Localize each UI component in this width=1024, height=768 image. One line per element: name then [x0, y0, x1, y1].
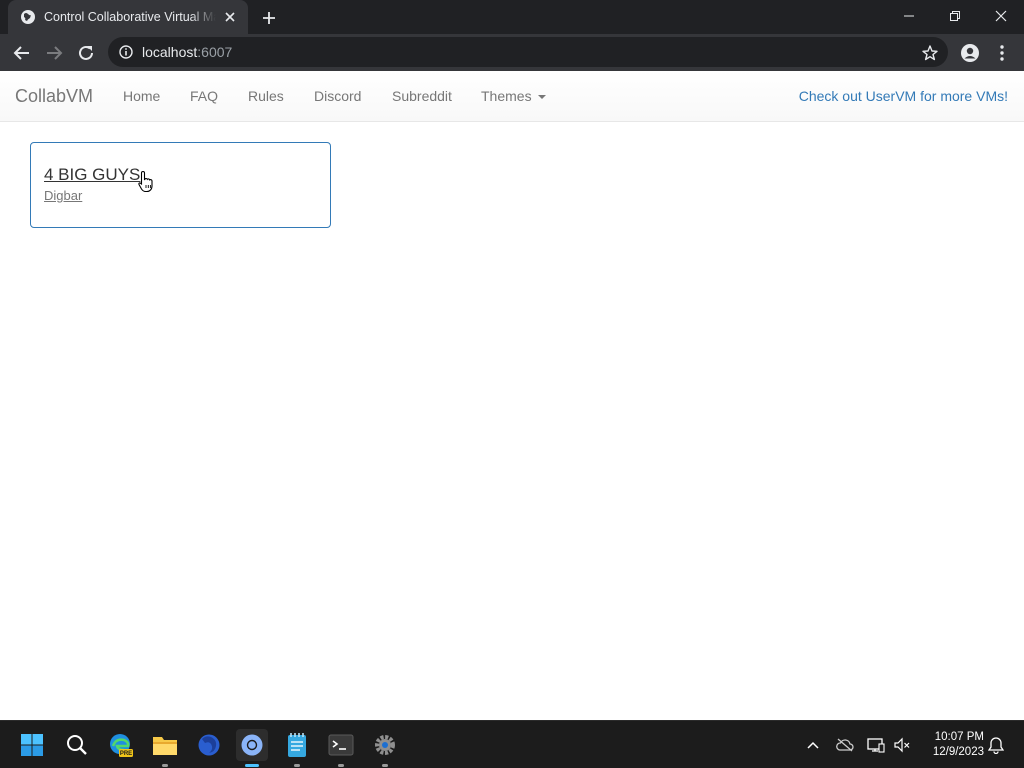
- running-indicator: [162, 764, 168, 767]
- back-button[interactable]: [9, 40, 35, 66]
- minimize-button[interactable]: [886, 0, 932, 32]
- taskbar: PRE 10:07 PM 12/9/2023: [0, 720, 1024, 768]
- close-icon: [995, 10, 1007, 22]
- vm-card[interactable]: 4 BIG GUYS Digbar: [30, 142, 331, 228]
- taskbar-notepad[interactable]: [281, 729, 313, 767]
- running-indicator: [338, 764, 344, 767]
- new-tab-button[interactable]: [258, 7, 280, 29]
- nav-subreddit[interactable]: Subreddit: [392, 88, 452, 104]
- restore-icon: [950, 11, 960, 21]
- chrome-icon: [241, 734, 263, 756]
- taskbar-chrome[interactable]: [236, 729, 268, 767]
- tray-onedrive[interactable]: [835, 735, 855, 755]
- bookmark-button[interactable]: [917, 40, 943, 66]
- clock-time: 10:07 PM: [934, 731, 984, 743]
- nav-themes-dropdown[interactable]: Themes: [481, 88, 546, 104]
- terminal-icon: [328, 734, 354, 756]
- menu-button[interactable]: [989, 40, 1015, 66]
- caret-down-icon: [537, 95, 546, 100]
- browser-tab[interactable]: Control Collaborative Virtual Machines: [8, 0, 248, 34]
- bell-icon: [988, 737, 1004, 754]
- start-icon: [21, 734, 43, 756]
- taskbar-file-explorer[interactable]: [149, 729, 181, 767]
- tray-volume[interactable]: [892, 735, 912, 755]
- account-icon: [961, 44, 979, 62]
- svg-text:PRE: PRE: [120, 751, 132, 757]
- vm-title[interactable]: 4 BIG GUYS: [44, 165, 140, 185]
- nav-rules[interactable]: Rules: [248, 88, 284, 104]
- search-icon: [67, 735, 87, 755]
- taskbar-firefox[interactable]: [193, 729, 225, 761]
- nav-themes-label: Themes: [481, 88, 532, 104]
- reload-button[interactable]: [73, 40, 99, 66]
- hand-cursor-icon: [138, 170, 153, 193]
- firefox-icon: [198, 734, 220, 756]
- tab-strip: Control Collaborative Virtual Machines: [0, 0, 1024, 34]
- active-indicator: [245, 764, 259, 767]
- nav-home[interactable]: Home: [123, 88, 160, 104]
- notepad-icon: [288, 733, 306, 757]
- tray-network[interactable]: [866, 735, 886, 755]
- close-tab-icon[interactable]: [222, 9, 238, 25]
- network-icon: [867, 738, 885, 753]
- address-bar[interactable]: localhost:6007: [108, 37, 948, 67]
- nav-discord[interactable]: Discord: [314, 88, 361, 104]
- url-port: :6007: [197, 44, 233, 60]
- minimize-icon: [904, 15, 914, 17]
- info-icon[interactable]: [119, 45, 133, 59]
- browser-toolbar: localhost:6007: [0, 34, 1024, 71]
- reload-icon: [79, 45, 93, 60]
- globe-icon: [21, 10, 35, 24]
- plus-icon: [263, 12, 275, 24]
- show-hidden-icons-button[interactable]: [803, 735, 823, 755]
- taskbar-edge[interactable]: PRE: [105, 729, 137, 761]
- site-brand[interactable]: CollabVM: [15, 86, 93, 107]
- star-icon: [922, 45, 938, 61]
- start-button[interactable]: [16, 729, 48, 761]
- taskbar-search[interactable]: [61, 729, 93, 761]
- forward-button[interactable]: [41, 40, 67, 66]
- clock-date: 12/9/2023: [932, 746, 984, 758]
- chevron-up-icon: [807, 741, 819, 749]
- taskbar-clock[interactable]: 10:07 PM 12/9/2023: [922, 730, 984, 760]
- taskbar-terminal[interactable]: [325, 729, 357, 767]
- arrow-right-icon: [47, 46, 63, 60]
- close-window-button[interactable]: [978, 0, 1024, 32]
- notifications-button[interactable]: [986, 735, 1006, 755]
- page-viewport: CollabVM Home FAQ Rules Discord Subreddi…: [0, 71, 1024, 720]
- profile-button[interactable]: [957, 40, 983, 66]
- url-host: localhost: [142, 44, 198, 60]
- tab-title: Control Collaborative Virtual Machines: [44, 10, 216, 24]
- volume-muted-icon: [894, 737, 910, 753]
- cloud-offline-icon: [836, 738, 854, 752]
- running-indicator: [294, 764, 300, 767]
- running-indicator: [382, 764, 388, 767]
- site-navbar: CollabVM Home FAQ Rules Discord Subreddi…: [0, 71, 1024, 122]
- file-explorer-icon: [153, 737, 177, 755]
- arrow-left-icon: [13, 46, 29, 60]
- edge-preview-icon: PRE: [110, 734, 133, 757]
- nav-faq[interactable]: FAQ: [190, 88, 218, 104]
- more-vert-icon: [1000, 45, 1004, 61]
- uservm-promo-link[interactable]: Check out UserVM for more VMs!: [799, 88, 1008, 104]
- settings-icon: [375, 735, 395, 755]
- restore-button[interactable]: [932, 0, 978, 32]
- taskbar-settings[interactable]: [369, 729, 401, 767]
- vm-subtitle[interactable]: Digbar: [44, 188, 82, 203]
